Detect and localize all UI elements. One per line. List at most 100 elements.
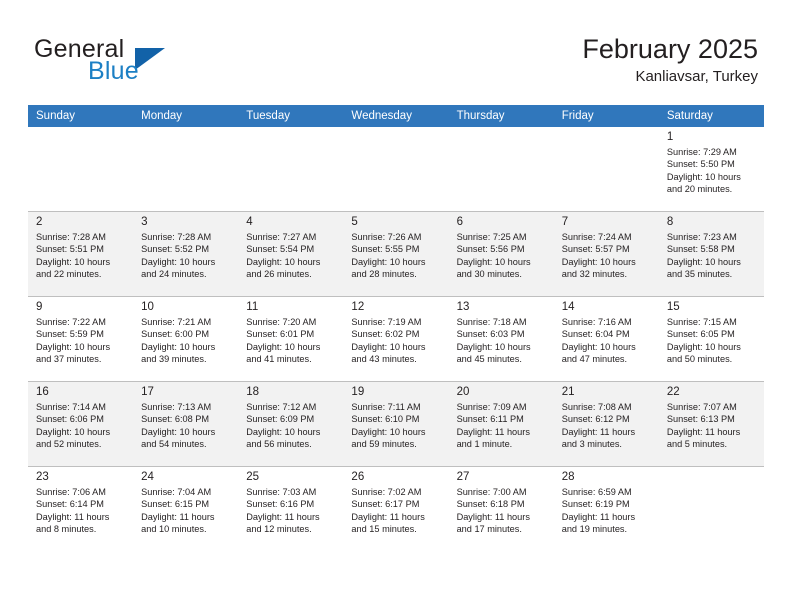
day-details: Sunrise: 7:04 AM Sunset: 6:15 PM Daylight:… [141,486,232,536]
calendar-cell-empty [28,127,134,212]
logo-text-blue: Blue [88,57,139,85]
day-details: Sunrise: 7:18 AM Sunset: 6:03 PM Daylight:… [457,316,548,366]
day-sunset-text: Sunset: 6:16 PM [246,499,315,510]
day-sunrise-text: Sunrise: 7:20 AM [246,317,317,327]
day-sunset-text: Sunset: 6:14 PM [36,499,104,510]
day-number: 23 [36,471,49,483]
day-sunrise-text: Sunrise: 7:29 AM [666,147,737,157]
calendar-day-cell[interactable]: 19 Sunrise: 7:11 AM Sunset: 6:10 PM Dayligh… [343,381,449,467]
day-sunrise-text: Sunrise: 7:02 AM [351,487,422,497]
day-cell-content [554,127,659,211]
day-details: Sunrise: 7:03 AM Sunset: 6:16 PM Daylight:… [246,486,337,536]
calendar-day-cell[interactable]: 26 Sunrise: 7:02 AM Sunset: 6:17 PM Dayligh… [343,466,449,551]
day-sunset-text: Sunset: 6:18 PM [456,499,525,510]
calendar-day-cell[interactable]: 13 Sunrise: 7:18 AM Sunset: 6:03 PM Dayligh… [448,296,554,382]
day-sunrise-text: Sunrise: 7:28 AM [141,232,212,242]
day-details: Sunrise: 7:26 AM Sunset: 5:55 PM Daylight:… [351,231,442,281]
day-number: 22 [666,386,680,398]
calendar-day-cell[interactable]: 3 Sunrise: 7:28 AM Sunset: 5:52 PM Daylight… [133,211,239,297]
calendar-day-cell[interactable]: 28 Sunrise: 6:59 AM Sunset: 6:19 PM Dayligh… [553,466,659,551]
weekday-header-wednesday: Wednesday [343,105,449,127]
calendar-day-cell[interactable]: 22 Sunrise: 7:07 AM Sunset: 6:13 PM Dayligh… [658,381,764,467]
calendar-day-cell[interactable]: 1 Sunrise: 7:29 AM Sunset: 5:50 PM Daylight… [658,127,764,212]
day-cell-content [449,127,554,211]
day-number: 18 [246,386,260,398]
day-daylight-line1-text: Daylight: 10 hours [561,256,636,267]
day-daylight-line1-text: Daylight: 10 hours [351,256,426,267]
calendar-day-cell[interactable]: 20 Sunrise: 7:09 AM Sunset: 6:11 PM Dayligh… [448,381,554,467]
day-details: Sunrise: 7:02 AM Sunset: 6:17 PM Daylight:… [351,486,442,536]
day-details: Sunrise: 7:00 AM Sunset: 6:18 PM Daylight:… [457,486,548,536]
day-daylight-line2-text: and 3 minutes. [561,439,622,450]
calendar-day-cell[interactable]: 18 Sunrise: 7:12 AM Sunset: 6:09 PM Dayligh… [238,381,344,467]
day-daylight-line2-text: and 17 minutes. [456,524,522,535]
day-cell-content: 6 Sunrise: 7:25 AM Sunset: 5:56 PM Daylight… [449,212,554,296]
day-number: 16 [36,386,49,398]
day-sunset-text: Sunset: 6:04 PM [561,329,630,340]
day-daylight-line1-text: Daylight: 10 hours [351,341,426,352]
calendar-day-cell[interactable]: 17 Sunrise: 7:13 AM Sunset: 6:08 PM Dayligh… [133,381,239,467]
day-daylight-line2-text: and 24 minutes. [141,269,207,280]
calendar-day-cell[interactable]: 5 Sunrise: 7:26 AM Sunset: 5:55 PM Daylight… [343,211,449,297]
day-cell-content: 9 Sunrise: 7:22 AM Sunset: 5:59 PM Daylight… [28,297,133,381]
day-details: Sunrise: 7:28 AM Sunset: 5:52 PM Daylight:… [141,231,232,281]
day-details: Sunrise: 7:12 AM Sunset: 6:09 PM Daylight:… [246,401,337,451]
day-sunset-text: Sunset: 5:55 PM [351,244,420,255]
day-daylight-line2-text: and 50 minutes. [666,354,733,365]
day-number: 21 [561,386,575,398]
day-sunset-text: Sunset: 6:08 PM [141,414,210,425]
day-details: Sunrise: 7:28 AM Sunset: 5:51 PM Daylight:… [36,231,127,281]
day-cell-content: 5 Sunrise: 7:26 AM Sunset: 5:55 PM Daylight… [343,212,448,296]
day-details: Sunrise: 7:13 AM Sunset: 6:08 PM Daylight:… [141,401,232,451]
day-sunrise-text: Sunrise: 7:13 AM [141,402,212,412]
day-details: Sunrise: 7:24 AM Sunset: 5:57 PM Daylight:… [562,231,653,281]
day-sunset-text: Sunset: 6:13 PM [666,414,735,425]
calendar-day-cell[interactable]: 10 Sunrise: 7:21 AM Sunset: 6:00 PM Dayligh… [133,296,239,382]
calendar-day-cell[interactable]: 11 Sunrise: 7:20 AM Sunset: 6:01 PM Dayligh… [238,296,344,382]
calendar-cell-empty [133,127,239,212]
day-sunrise-text: Sunrise: 7:04 AM [141,487,212,497]
calendar-day-cell[interactable]: 7 Sunrise: 7:24 AM Sunset: 5:57 PM Daylight… [553,211,659,297]
calendar-day-cell[interactable]: 9 Sunrise: 7:22 AM Sunset: 5:59 PM Daylight… [28,296,134,382]
day-cell-content: 24 Sunrise: 7:04 AM Sunset: 6:15 PM Dayligh… [133,467,238,551]
day-daylight-line2-text: and 52 minutes. [36,439,102,450]
calendar-day-cell[interactable]: 25 Sunrise: 7:03 AM Sunset: 6:16 PM Dayligh… [238,466,344,551]
day-details: Sunrise: 7:09 AM Sunset: 6:11 PM Daylight:… [457,401,548,451]
calendar-day-cell[interactable]: 16 Sunrise: 7:14 AM Sunset: 6:06 PM Dayligh… [28,381,134,467]
day-daylight-line1-text: Daylight: 11 hours [561,511,636,522]
calendar-day-cell[interactable]: 8 Sunrise: 7:23 AM Sunset: 5:58 PM Daylight… [658,211,764,297]
day-sunset-text: Sunset: 6:12 PM [561,414,630,425]
calendar-day-cell[interactable]: 15 Sunrise: 7:15 AM Sunset: 6:05 PM Dayligh… [658,296,764,382]
day-number: 2 [36,216,43,228]
day-cell-content: 8 Sunrise: 7:23 AM Sunset: 5:58 PM Daylight… [659,212,764,296]
day-number: 20 [456,386,470,398]
calendar-day-cell[interactable]: 4 Sunrise: 7:27 AM Sunset: 5:54 PM Daylight… [238,211,344,297]
day-daylight-line1-text: Daylight: 10 hours [351,426,426,437]
calendar-day-cell[interactable]: 6 Sunrise: 7:25 AM Sunset: 5:56 PM Daylight… [448,211,554,297]
day-sunrise-text: Sunrise: 7:27 AM [246,232,317,242]
day-sunrise-text: Sunrise: 7:23 AM [666,232,737,242]
calendar-day-cell[interactable]: 21 Sunrise: 7:08 AM Sunset: 6:12 PM Dayligh… [553,381,659,467]
calendar-day-cell[interactable]: 27 Sunrise: 7:00 AM Sunset: 6:18 PM Dayligh… [448,466,554,551]
weekday-header-tuesday: Tuesday [238,105,344,127]
day-details: Sunrise: 7:20 AM Sunset: 6:01 PM Daylight:… [246,316,337,366]
day-number: 1 [666,131,674,143]
day-cell-content: 17 Sunrise: 7:13 AM Sunset: 6:08 PM Dayligh… [133,382,238,466]
day-cell-content: 7 Sunrise: 7:24 AM Sunset: 5:57 PM Daylight… [554,212,659,296]
day-sunrise-text: Sunrise: 7:11 AM [351,402,421,412]
day-cell-content: 1 Sunrise: 7:29 AM Sunset: 5:50 PM Daylight… [659,127,764,211]
calendar-day-cell[interactable]: 24 Sunrise: 7:04 AM Sunset: 6:15 PM Dayligh… [133,466,239,551]
day-sunset-text: Sunset: 6:09 PM [246,414,315,425]
day-sunrise-text: Sunrise: 7:14 AM [36,402,106,412]
day-sunrise-text: Sunrise: 7:03 AM [246,487,317,497]
day-daylight-line2-text: and 5 minutes. [666,439,728,450]
calendar-day-cell[interactable]: 14 Sunrise: 7:16 AM Sunset: 6:04 PM Dayligh… [553,296,659,382]
day-sunset-text: Sunset: 6:15 PM [141,499,210,510]
general-blue-logo[interactable]: General Blue [34,36,274,92]
day-cell-content: 19 Sunrise: 7:11 AM Sunset: 6:10 PM Dayligh… [343,382,448,466]
calendar-day-cell[interactable]: 2 Sunrise: 7:28 AM Sunset: 5:51 PM Daylight… [28,211,134,297]
calendar-day-cell[interactable]: 12 Sunrise: 7:19 AM Sunset: 6:02 PM Dayligh… [343,296,449,382]
calendar-cell-empty [238,127,344,212]
calendar-day-cell[interactable]: 23 Sunrise: 7:06 AM Sunset: 6:14 PM Dayligh… [28,466,134,551]
day-cell-content: 13 Sunrise: 7:18 AM Sunset: 6:03 PM Dayligh… [449,297,554,381]
